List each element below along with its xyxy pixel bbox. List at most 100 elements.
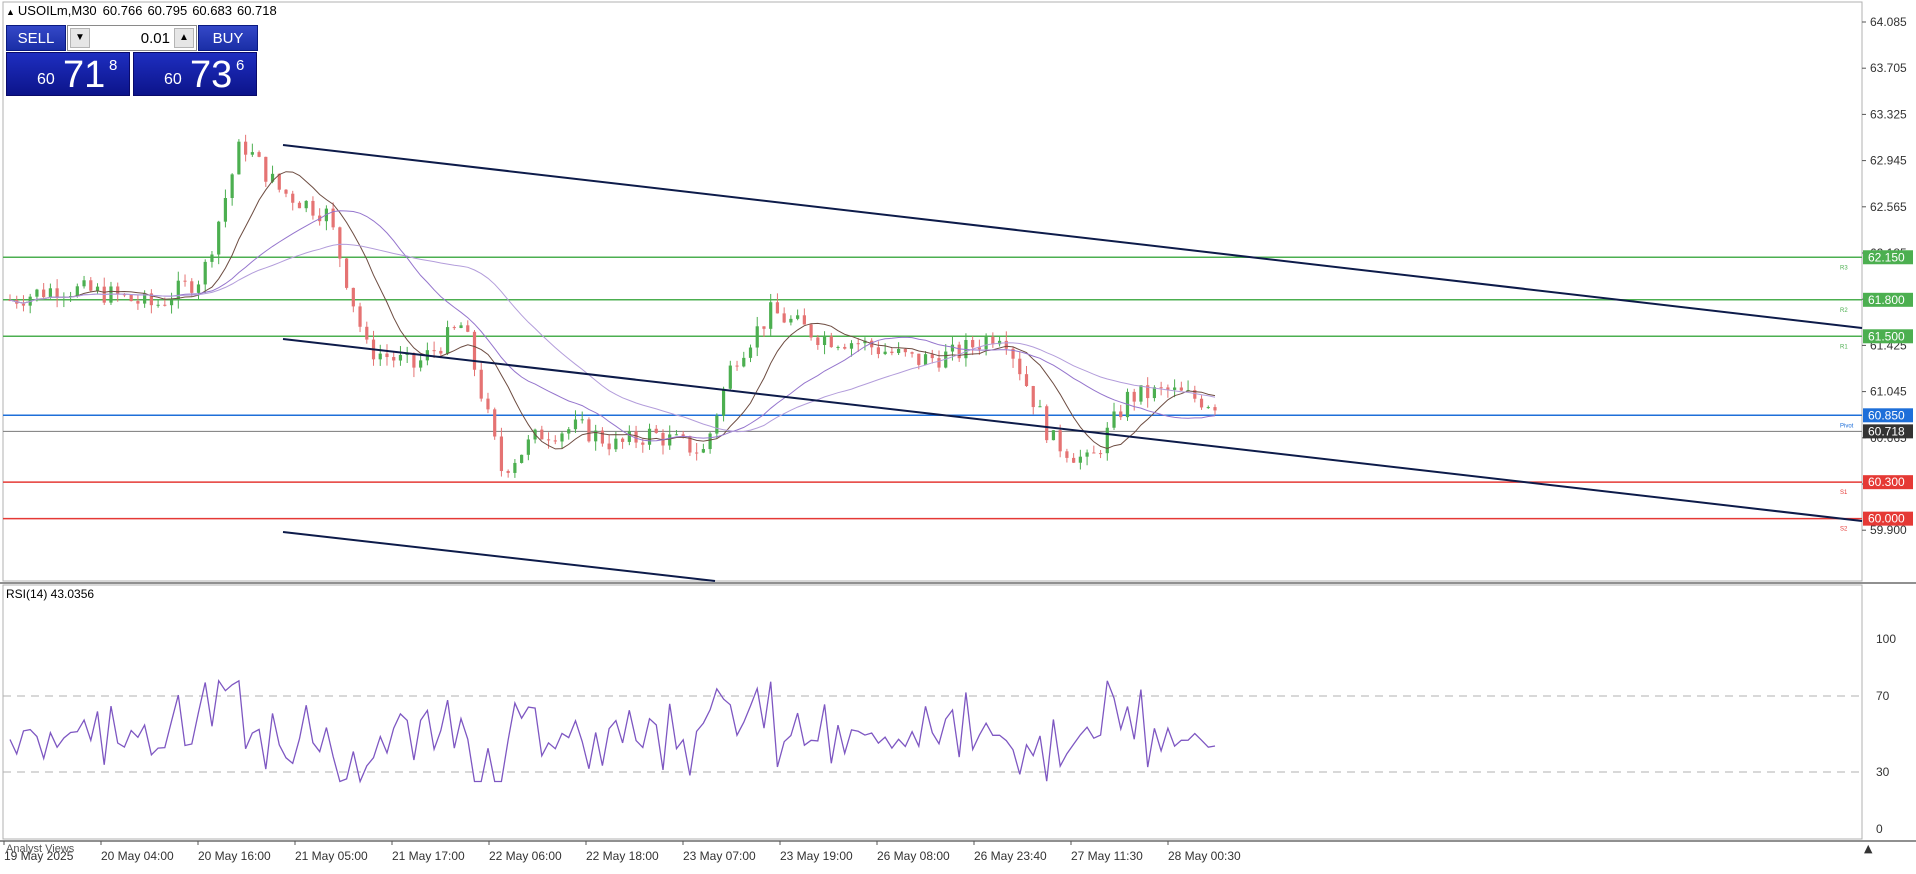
chart-canvas[interactable]: 64.08563.70563.32562.94562.56562.18561.8… xyxy=(0,0,1916,874)
rsi-axis-label: 0 xyxy=(1876,822,1883,836)
candle-body xyxy=(735,365,739,367)
candle-body xyxy=(506,471,510,473)
channel-lower-line[interactable] xyxy=(282,531,716,582)
candle-body xyxy=(917,353,921,365)
candle-body xyxy=(264,156,268,182)
candle-body xyxy=(35,289,39,297)
buy-button[interactable]: BUY xyxy=(198,25,258,51)
candle-body xyxy=(210,254,214,262)
candle-body xyxy=(1206,407,1210,409)
candle-body xyxy=(796,315,800,319)
candle-body xyxy=(1085,452,1089,457)
candle-body xyxy=(1132,391,1136,402)
candle-body xyxy=(412,353,416,368)
candle-body xyxy=(836,346,840,348)
candle-body xyxy=(1024,374,1029,387)
candle-body xyxy=(338,227,342,259)
price-tick-label: 62.565 xyxy=(1870,200,1907,214)
level-price-tag-text: 60.300 xyxy=(1868,475,1905,489)
candle-body xyxy=(1092,452,1096,454)
candle-body xyxy=(445,327,450,354)
lot-increase-button[interactable]: ▲ xyxy=(174,28,194,48)
price-tick-label: 63.705 xyxy=(1870,61,1907,75)
candle-body xyxy=(674,434,679,436)
level-price-tag-text: 62.150 xyxy=(1868,250,1905,264)
candle-body xyxy=(499,436,504,472)
channel-middle-line[interactable] xyxy=(282,338,1863,522)
candle-body xyxy=(843,346,847,349)
candle-body xyxy=(163,304,167,306)
candle-body xyxy=(816,337,820,346)
candle-body xyxy=(237,141,241,175)
sell-price-pip: 8 xyxy=(109,57,118,74)
candle-body xyxy=(466,325,470,332)
one-click-trading-panel: SELL ▼ ▲ BUY 60 71 8 60 73 6 xyxy=(6,25,258,97)
buy-price-main: 73 xyxy=(190,54,233,96)
candle-body xyxy=(802,315,806,325)
candle-body xyxy=(365,326,369,340)
buy-price-quote[interactable]: 60 73 6 xyxy=(133,52,257,96)
candle-body xyxy=(755,326,759,348)
candle-body xyxy=(769,302,773,329)
candle-body xyxy=(89,280,93,291)
level-price-tag-text: 61.800 xyxy=(1868,293,1905,307)
candle-body xyxy=(520,454,524,463)
sell-button[interactable]: SELL xyxy=(6,25,66,51)
candle-body xyxy=(432,350,436,352)
candle-body xyxy=(728,365,732,389)
candle-body xyxy=(890,351,894,354)
candle-body xyxy=(809,324,813,338)
rsi-axis-label: 30 xyxy=(1876,765,1890,779)
price-tick-label: 62.945 xyxy=(1870,154,1907,168)
lot-size-input[interactable] xyxy=(92,28,174,48)
collapse-triangle-icon[interactable]: ▲ xyxy=(6,7,15,17)
candle-body xyxy=(1078,456,1082,463)
chart-header: ▲ USOILm,M30 60.766 60.795 60.683 60.718 xyxy=(6,3,282,18)
candle-body xyxy=(472,331,477,370)
candle-body xyxy=(1152,387,1157,399)
candle-body xyxy=(1031,386,1035,408)
candle-body xyxy=(546,439,551,441)
candle-body xyxy=(668,434,672,446)
candle-body xyxy=(641,442,645,445)
ohlc-values: 60.766 60.795 60.683 60.718 xyxy=(103,3,282,18)
candle-body xyxy=(1098,453,1103,455)
close-value: 60.718 xyxy=(236,3,277,18)
price-tick-label: 64.085 xyxy=(1870,15,1907,29)
candle-body xyxy=(439,350,443,354)
candle-body xyxy=(1051,430,1056,441)
candle-body xyxy=(991,336,995,345)
candle-body xyxy=(358,306,362,327)
candle-body xyxy=(82,280,86,287)
candle-body xyxy=(284,189,288,194)
scroll-arrow-icon[interactable]: ▲ xyxy=(1864,842,1873,855)
candle-body xyxy=(876,347,881,355)
level-name: R3 xyxy=(1840,265,1848,271)
candle-body xyxy=(1173,387,1177,390)
time-tick-label: 26 May 08:00 xyxy=(877,849,950,863)
level-name: S1 xyxy=(1840,490,1848,496)
level-name: S2 xyxy=(1840,527,1848,533)
candle-body xyxy=(95,286,100,291)
rsi-plot-frame xyxy=(2,584,1863,840)
candle-body xyxy=(217,221,221,255)
candle-body xyxy=(930,354,934,359)
current-price-tag-text: 60.718 xyxy=(1868,424,1905,438)
lot-decrease-button[interactable]: ▼ xyxy=(70,28,90,48)
sell-price-prefix: 60 xyxy=(37,71,55,88)
low-value: 60.683 xyxy=(192,3,232,18)
candle-body xyxy=(721,388,726,416)
level-price-tag-text: 61.500 xyxy=(1868,329,1905,343)
sell-price-quote[interactable]: 60 71 8 xyxy=(6,52,130,96)
candle-body xyxy=(762,326,766,329)
candle-body xyxy=(48,288,52,298)
candle-body xyxy=(75,286,79,297)
candle-body xyxy=(950,344,955,352)
chevron-up-icon: ▲ xyxy=(179,32,189,43)
candle-body xyxy=(587,419,591,442)
analyst-views-label[interactable]: Analyst Views xyxy=(6,843,74,855)
time-tick-label: 22 May 18:00 xyxy=(586,849,659,863)
time-tick-label: 20 May 04:00 xyxy=(101,849,174,863)
candle-body xyxy=(883,351,887,355)
level-price-tag-text: 60.850 xyxy=(1868,408,1905,422)
